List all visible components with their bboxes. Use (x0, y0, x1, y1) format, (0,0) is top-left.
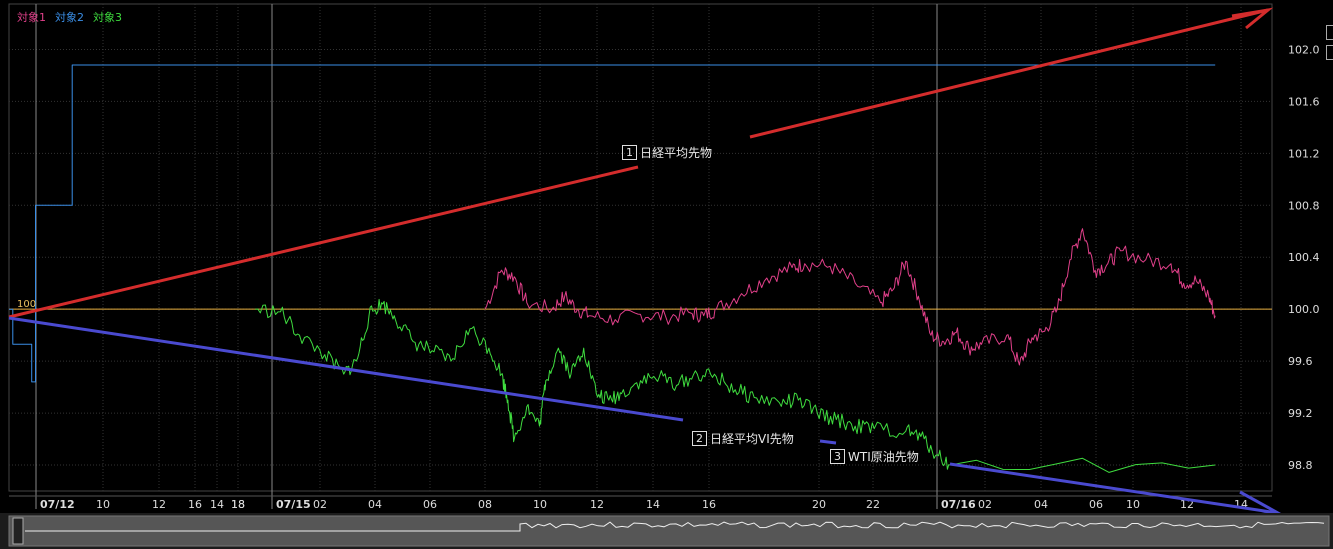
x-tick-label: 07/12 (40, 498, 75, 511)
x-tick-label: 22 (866, 498, 880, 511)
x-tick-label: 10 (1126, 498, 1140, 511)
x-tick-label: 12 (590, 498, 604, 511)
x-tick-label: 16 (188, 498, 202, 511)
y-tick-label: 100.4 (1288, 251, 1320, 264)
annotation-number: 1 (622, 145, 637, 160)
red-trend-line (749, 8, 1269, 139)
x-tick-label: 07/16 (941, 498, 976, 511)
chart: 98.899.299.6100.0100.4100.8101.2101.6102… (0, 3, 1333, 549)
x-tick-label: 12 (152, 498, 166, 511)
y-tick-label: 100.0 (1288, 303, 1320, 316)
blue-trend-line (8, 316, 684, 422)
series-line-1 (484, 228, 1216, 366)
x-tick-label: 08 (478, 498, 492, 511)
trend-arrows (8, 7, 1284, 518)
x-tick-label: 06 (423, 498, 437, 511)
x-tick-label: 02 (978, 498, 992, 511)
annotation-number: 3 (830, 449, 845, 464)
baseline-label: 100 (17, 299, 37, 310)
x-tick-label: 20 (812, 498, 826, 511)
legend: 対象1 対象2 対象3 (17, 9, 122, 25)
y-tick-label: 98.8 (1288, 459, 1313, 472)
x-tick-label: 14 (646, 498, 660, 511)
blue-trend-line (819, 439, 837, 445)
x-tick-label: 16 (702, 498, 716, 511)
x-tick-label: 10 (533, 498, 547, 511)
navigator (0, 513, 1333, 549)
grid (8, 3, 1273, 509)
x-tick-label: 02 (313, 498, 327, 511)
annotation-label: WTI原油先物 (848, 450, 919, 464)
annotation-label: 日経平均VI先物 (710, 432, 794, 446)
y-tick-label: 99.6 (1288, 355, 1313, 368)
legend-item-series-2[interactable]: 対象2 (55, 9, 84, 25)
y-tick-label: 100.8 (1288, 199, 1320, 212)
y-tick-label: 101.6 (1288, 95, 1320, 108)
annotation-number: 2 (692, 431, 707, 446)
legend-item-series-3[interactable]: 対象3 (93, 9, 122, 25)
y-tick-label: 102.0 (1288, 43, 1320, 56)
panel-toggle-button[interactable] (1326, 45, 1333, 60)
x-tick-label: 04 (1034, 498, 1048, 511)
navigator-handle (12, 517, 24, 545)
series-line-2 (9, 64, 1216, 383)
series-layer (9, 64, 1216, 473)
panel-toggle-button[interactable] (1326, 25, 1333, 40)
y-tick-label: 101.2 (1288, 147, 1320, 160)
annotation-wti-crude-futures[interactable]: 3 WTI原油先物 (830, 448, 919, 465)
x-axis: 07/12 10 12 1416 18 07/15 02 04 06 08 10 12 14 1618 20… (9, 495, 1272, 511)
plot-frame (8, 3, 1273, 492)
y-axis: 98.8 99.2 99.6 100.0 100.4 100.8 101.2 101.6 102… (1288, 43, 1320, 472)
x-tick-label: 18 (231, 498, 245, 511)
annotation-nikkei-futures[interactable]: 1 日経平均先物 (622, 144, 712, 161)
x-tick-label: 04 (368, 498, 382, 511)
annotation-nikkei-vi-futures[interactable]: 2 日経平均VI先物 (692, 430, 794, 447)
x-tick-label: 10 (96, 498, 110, 511)
x-tick-label: 06 (1089, 498, 1103, 511)
y-tick-label: 99.2 (1288, 407, 1313, 420)
x-tick-label: 07/15 (276, 498, 311, 511)
x-tick-label: 14 (210, 498, 224, 511)
legend-item-series-1[interactable]: 対象1 (17, 9, 46, 25)
annotation-label: 日経平均先物 (640, 146, 713, 160)
